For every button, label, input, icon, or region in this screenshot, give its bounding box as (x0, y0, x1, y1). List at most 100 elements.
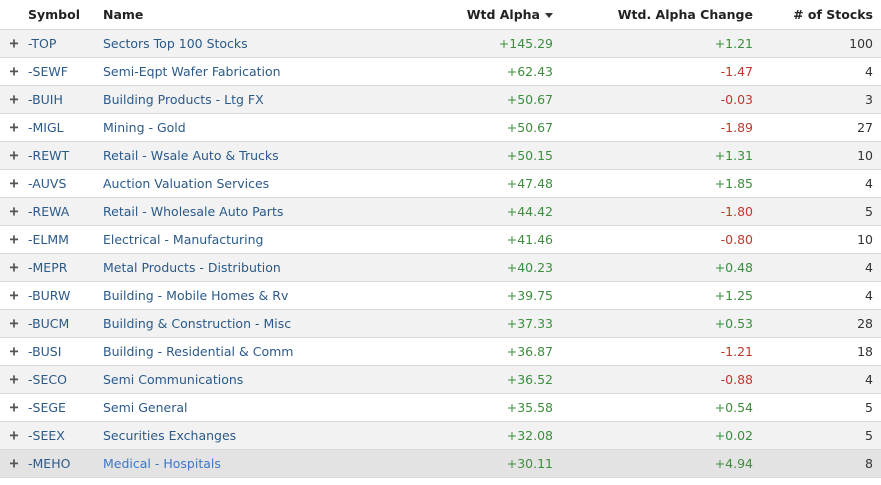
alpha-change-cell: +4.94 (714, 456, 753, 471)
sector-name-link[interactable]: Retail - Wsale Auto & Trucks (103, 148, 403, 163)
sector-table: Symbol Name Wtd Alpha Wtd. Alpha Change … (0, 0, 881, 478)
alpha-change-cell: +1.25 (714, 288, 753, 303)
sector-name-link[interactable]: Semi-Eqpt Wafer Fabrication (103, 64, 403, 79)
expand-cell: + (0, 456, 28, 471)
sector-name-link[interactable]: Building Products - Ltg FX (103, 92, 403, 107)
expand-plus-icon[interactable]: + (9, 344, 18, 359)
table-row[interactable]: + -BURW Building - Mobile Homes & Rv +39.75… (0, 282, 881, 310)
symbol-cell: -SEGE (28, 400, 66, 415)
num-stocks-cell: 4 (865, 372, 873, 387)
symbol-column-header[interactable]: Symbol (28, 7, 103, 22)
symbol-cell: -BUCM (28, 316, 70, 331)
expand-cell: + (0, 232, 28, 247)
expand-plus-icon[interactable]: + (9, 92, 18, 107)
expand-cell: + (0, 344, 28, 359)
symbol-cell: -SECO (28, 372, 67, 387)
table-row[interactable]: + -MIGL Mining - Gold +50.67 -1.89 27 (0, 114, 881, 142)
sector-name-link[interactable]: Auction Valuation Services (103, 176, 403, 191)
expand-plus-icon[interactable]: + (9, 176, 18, 191)
wtd-alpha-column-header[interactable]: Wtd Alpha (403, 7, 553, 22)
expand-plus-icon[interactable]: + (9, 120, 18, 135)
expand-plus-icon[interactable]: + (9, 36, 18, 51)
expand-cell: + (0, 36, 28, 51)
name-column-header[interactable]: Name (103, 7, 403, 22)
table-row[interactable]: + -SEEX Securities Exchanges +32.08 +0.02 5 (0, 422, 881, 450)
symbol-cell: -MIGL (28, 120, 64, 135)
expand-plus-icon[interactable]: + (9, 148, 18, 163)
symbol-cell: -AUVS (28, 176, 67, 191)
wtd-alpha-cell: +145.29 (498, 36, 553, 51)
expand-plus-icon[interactable]: + (9, 372, 18, 387)
sector-name-link[interactable]: Retail - Wholesale Auto Parts (103, 204, 403, 219)
sort-desc-icon (545, 13, 553, 18)
sector-name-link[interactable]: Semi General (103, 400, 403, 415)
sector-name-link[interactable]: Semi Communications (103, 372, 403, 387)
expand-plus-icon[interactable]: + (9, 288, 18, 303)
expand-plus-icon[interactable]: + (9, 400, 18, 415)
wtd-alpha-cell: +32.08 (506, 428, 553, 443)
table-row[interactable]: + -BUIH Building Products - Ltg FX +50.67 -0… (0, 86, 881, 114)
expand-cell: + (0, 176, 28, 191)
alpha-change-column-header[interactable]: Wtd. Alpha Change (553, 7, 753, 22)
expand-plus-icon[interactable]: + (9, 316, 18, 331)
sector-name-link[interactable]: Securities Exchanges (103, 428, 403, 443)
sector-name-link[interactable]: Metal Products - Distribution (103, 260, 403, 275)
symbol-cell: -SEEX (28, 428, 65, 443)
symbol-cell: -SEWF (28, 64, 68, 79)
table-row[interactable]: + -MEPR Metal Products - Distribution +40.2… (0, 254, 881, 282)
wtd-alpha-cell: +50.15 (506, 148, 553, 163)
expand-plus-icon[interactable]: + (9, 204, 18, 219)
expand-cell: + (0, 400, 28, 415)
alpha-change-cell: +1.21 (714, 36, 753, 51)
table-body: + -TOP Sectors Top 100 Stocks +145.29 +1.21 1… (0, 30, 881, 478)
expand-cell: + (0, 428, 28, 443)
num-stocks-cell: 5 (865, 428, 873, 443)
wtd-alpha-cell: +62.43 (506, 64, 553, 79)
table-row[interactable]: + -REWA Retail - Wholesale Auto Parts +44.4… (0, 198, 881, 226)
num-stocks-cell: 28 (857, 316, 873, 331)
expand-plus-icon[interactable]: + (9, 428, 18, 443)
wtd-alpha-cell: +36.52 (506, 372, 553, 387)
alpha-change-cell: +0.53 (714, 316, 753, 331)
expand-cell: + (0, 316, 28, 331)
alpha-change-cell: -0.03 (720, 92, 753, 107)
num-stocks-column-header[interactable]: # of Stocks (753, 7, 873, 22)
sector-name-link[interactable]: Building & Construction - Misc (103, 316, 403, 331)
table-row[interactable]: + -AUVS Auction Valuation Services +47.48 +1… (0, 170, 881, 198)
symbol-cell: -REWT (28, 148, 70, 163)
expand-plus-icon[interactable]: + (9, 64, 18, 79)
expand-plus-icon[interactable]: + (9, 260, 18, 275)
table-row[interactable]: + -SEGE Semi General +35.58 +0.54 5 (0, 394, 881, 422)
table-row[interactable]: + -MEHO Medical - Hospitals +30.11 +4.94 8 (0, 450, 881, 478)
expand-plus-icon[interactable]: + (9, 232, 18, 247)
num-stocks-cell: 3 (865, 92, 873, 107)
expand-cell: + (0, 148, 28, 163)
expand-cell: + (0, 372, 28, 387)
expand-plus-icon[interactable]: + (9, 456, 18, 471)
symbol-cell: -BURW (28, 288, 71, 303)
sector-name-link[interactable]: Building - Mobile Homes & Rv (103, 288, 403, 303)
sector-name-link[interactable]: Sectors Top 100 Stocks (103, 36, 403, 51)
table-row[interactable]: + -BUCM Building & Construction - Misc +37.… (0, 310, 881, 338)
symbol-cell: -BUIH (28, 92, 63, 107)
table-row[interactable]: + -ELMM Electrical - Manufacturing +41.46 -0… (0, 226, 881, 254)
table-row[interactable]: + -REWT Retail - Wsale Auto & Trucks +50.15… (0, 142, 881, 170)
num-stocks-cell: 4 (865, 288, 873, 303)
sector-name-link[interactable]: Electrical - Manufacturing (103, 232, 403, 247)
table-row[interactable]: + -SEWF Semi-Eqpt Wafer Fabrication +62.43 -… (0, 58, 881, 86)
wtd-alpha-cell: +50.67 (506, 120, 553, 135)
table-row[interactable]: + -BUSI Building - Residential & Comm +36.8… (0, 338, 881, 366)
sector-name-link[interactable]: Medical - Hospitals (103, 456, 403, 471)
expand-cell: + (0, 204, 28, 219)
num-stocks-cell: 4 (865, 260, 873, 275)
sector-name-link[interactable]: Mining - Gold (103, 120, 403, 135)
wtd-alpha-cell: +35.58 (506, 400, 553, 415)
wtd-alpha-header-label: Wtd Alpha (466, 7, 540, 22)
expand-cell: + (0, 92, 28, 107)
table-row[interactable]: + -SECO Semi Communications +36.52 -0.88 4 (0, 366, 881, 394)
table-row[interactable]: + -TOP Sectors Top 100 Stocks +145.29 +1.21 1… (0, 30, 881, 58)
wtd-alpha-cell: +30.11 (506, 456, 553, 471)
symbol-cell: -REWA (28, 204, 70, 219)
wtd-alpha-cell: +36.87 (506, 344, 553, 359)
sector-name-link[interactable]: Building - Residential & Comm (103, 344, 403, 359)
